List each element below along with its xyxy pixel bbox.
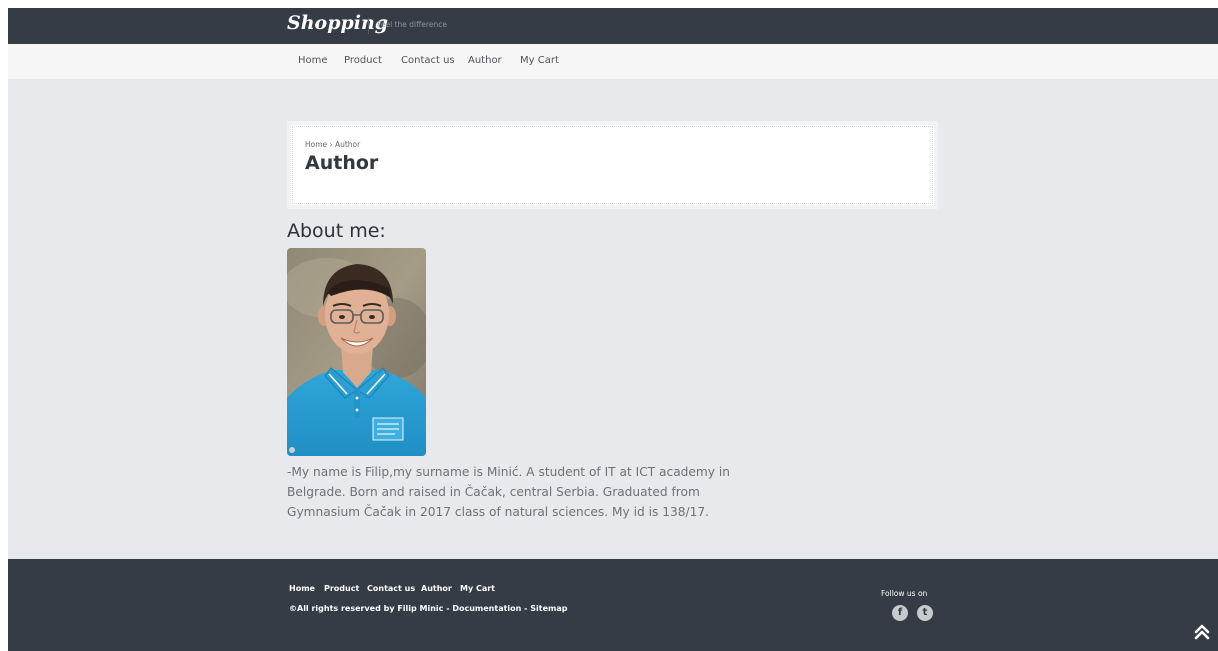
author-portrait-image [287,248,426,456]
author-photo [287,248,426,456]
breadcrumb-current: Author [334,140,361,149]
page-title: Author [305,152,379,174]
site-tagline: Feel the difference [377,20,447,29]
nav-item-contact[interactable]: Contact us [401,55,455,66]
breadcrumb-separator: › [329,140,333,149]
copyright-text: ©All rights reserved by Filip Minic [289,604,444,613]
footer-link-home[interactable]: Home [289,584,315,593]
copyright-separator: - [446,604,450,613]
follow-us-label: Follow us on [881,589,928,598]
footer-link-cart[interactable]: My Cart [460,584,495,593]
main-nav: Home Product Contact us Author My Cart [8,44,1218,80]
nav-item-author[interactable]: Author [468,55,502,66]
nav-item-product[interactable]: Product [344,55,382,66]
copyright-line: ©All rights reserved by Filip Minic - Do… [289,604,568,613]
breadcrumb-home[interactable]: Home [305,140,327,149]
sitemap-link[interactable]: Sitemap [530,604,567,613]
author-bio: -My name is Filip,my surname is Minić. A… [287,465,730,519]
nav-item-home[interactable]: Home [298,55,328,66]
double-chevron-up-icon [1194,624,1210,640]
footer-link-product[interactable]: Product [324,584,359,593]
page: Shopping Feel the difference Home Produc… [8,8,1218,651]
copyright-separator-2: - [524,604,528,613]
facebook-icon[interactable]: f [892,605,908,621]
site-logo[interactable]: Shopping [287,12,388,34]
documentation-link[interactable]: Documentation [452,604,521,613]
scroll-to-top-icon[interactable] [1194,624,1210,640]
breadcrumb: Home › Author [305,140,360,149]
site-footer: Home Product Contact us Author My Cart ©… [8,559,1218,651]
page-header-box: Home › Author Author [287,121,938,209]
tagline-divider [368,18,369,34]
footer-link-author[interactable]: Author [421,584,452,593]
nav-item-cart[interactable]: My Cart [520,55,559,66]
top-bar: Shopping Feel the difference [8,8,1218,44]
twitter-icon[interactable]: t [917,605,933,621]
about-heading: About me: [287,220,386,242]
footer-link-contact[interactable]: Contact us [367,584,415,593]
